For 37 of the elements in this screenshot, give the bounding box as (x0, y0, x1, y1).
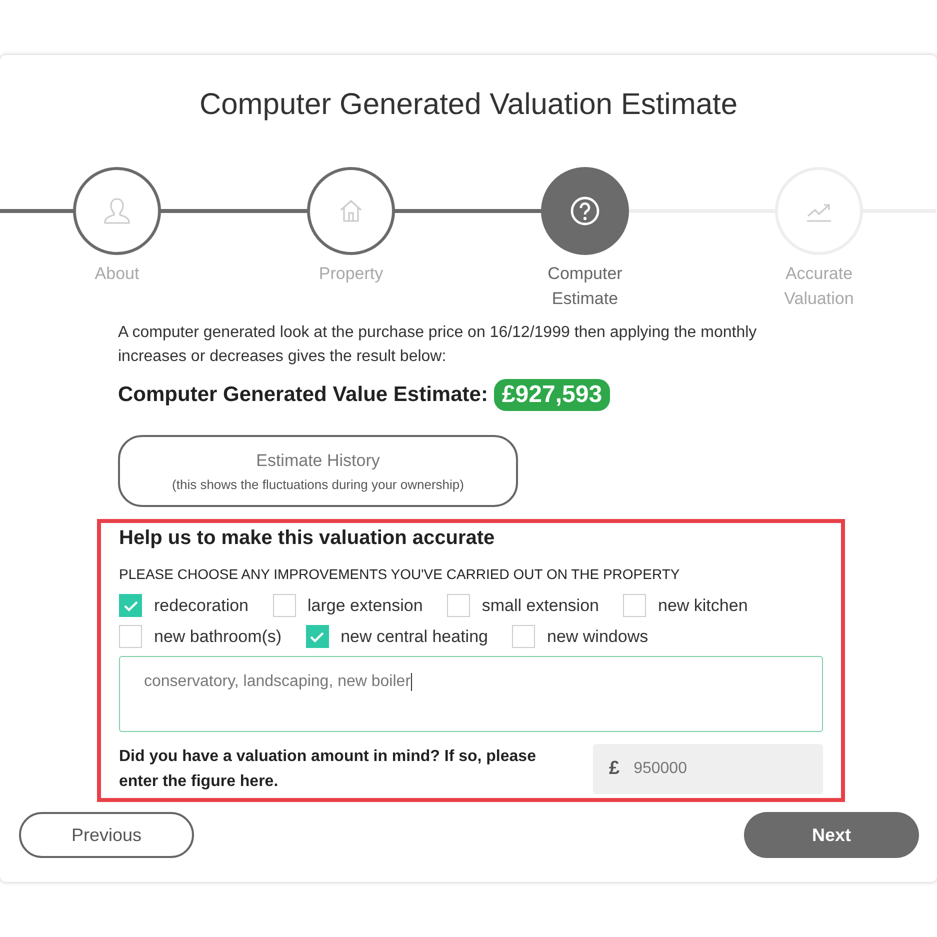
checkbox[interactable] (623, 594, 646, 617)
checkbox-label: large extension (308, 596, 423, 616)
checkbox-label: small extension (482, 596, 599, 616)
currency-symbol: £ (609, 758, 620, 780)
question-icon (569, 195, 601, 227)
section-heading: Help us to make this valuation accurate (119, 527, 496, 550)
previous-button[interactable]: Previous (19, 812, 194, 858)
checkbox-label: new central heating (340, 626, 488, 646)
checkbox[interactable] (119, 594, 142, 617)
estimate-label: Computer Generated Value Estimate: (118, 383, 488, 407)
checkbox-label: new kitchen (658, 596, 748, 616)
improvements-prompt: PLEASE CHOOSE ANY IMPROVEMENTS YOU'VE CARRIED OUT ON THE PROPERTY (119, 566, 681, 582)
checkbox-label: redecoration (154, 596, 249, 616)
checkbox-label: new windows (547, 626, 648, 646)
checkbox[interactable] (306, 625, 329, 648)
step-label: Computer Estimate (546, 263, 624, 310)
amount-question: Did you have a valuation amount in mind? If so, please enter the figure here. (119, 747, 537, 792)
person-icon (103, 196, 131, 226)
house-icon (338, 198, 364, 224)
checkbox[interactable] (446, 594, 470, 617)
checkbox-label: new bathroom(s) (154, 626, 282, 646)
checkmark-icon (122, 600, 138, 612)
step-label: About (94, 263, 140, 285)
amount-field[interactable]: £ 950000 (593, 744, 823, 794)
other-improvements-field[interactable]: conservatory, landscaping, new boiler (119, 656, 823, 732)
next-button[interactable]: Next (744, 812, 919, 858)
amount-value: 950000 (634, 760, 687, 778)
page-title: Computer Generated Valuation Estimate (198, 87, 739, 123)
checkbox[interactable] (272, 594, 296, 617)
checkbox[interactable] (119, 625, 142, 648)
estimate-history-button[interactable]: Estimate History (this shows the fluctuations during your ownership) (118, 435, 518, 507)
estimate-value: £927,593 (494, 379, 610, 411)
step-label: Property (318, 263, 384, 285)
step-label: Accurate Valuation (783, 263, 855, 310)
checkmark-icon (309, 630, 326, 642)
checkbox[interactable] (512, 625, 535, 648)
intro-text: A computer generated look at the purchase price on 16/12/1999 then applying the monthly increases or decreases gives the result below: (118, 323, 758, 367)
